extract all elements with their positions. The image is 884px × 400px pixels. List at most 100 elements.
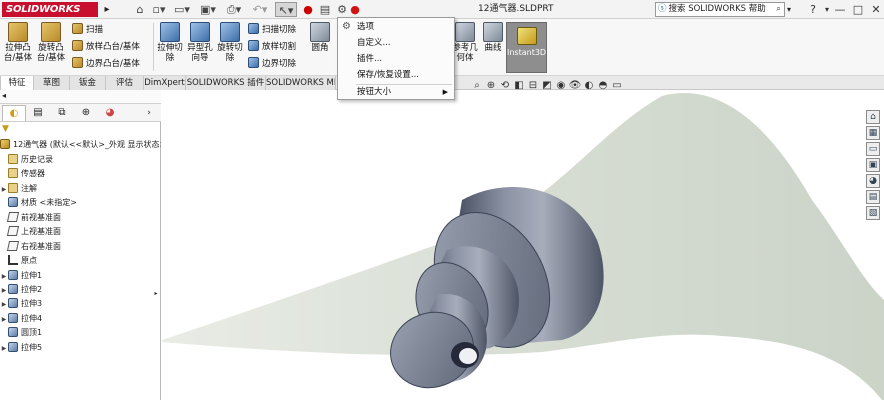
revolved-cut-icon	[220, 22, 240, 42]
loft-button[interactable]: 放样凸台/基体	[72, 40, 140, 54]
fillet-button[interactable]: 圆角	[306, 22, 334, 53]
solidworks-logo[interactable]: SOLIDWORKS	[2, 2, 98, 17]
expand-arrow-icon[interactable]: ▶	[0, 313, 8, 326]
tree-item-extrude1[interactable]: ▶ 拉伸1	[0, 269, 161, 283]
panel-scroll-strip: ◂	[0, 90, 161, 104]
expand-arrow-icon[interactable]: ▶	[0, 298, 8, 311]
menu-item-save-restore-settings[interactable]: 保存/恢复设置...	[338, 67, 454, 83]
tree-item-extrude2[interactable]: ▶ 拉伸2	[0, 283, 161, 297]
fillet-icon	[310, 22, 330, 42]
tree-item-extrude3[interactable]: ▶ 拉伸3	[0, 297, 161, 311]
configuration-manager-tab-icon[interactable]: ⧉	[50, 105, 74, 121]
menu-item-addins[interactable]: 插件...	[338, 51, 454, 67]
curves-button[interactable]: 曲线	[480, 22, 506, 53]
tree-item-material[interactable]: 材质 <未指定>	[0, 196, 161, 210]
extruded-boss-icon	[8, 22, 28, 42]
expand-arrow-icon[interactable]: ▶	[0, 183, 8, 196]
revolved-cut-button[interactable]: 旋转切 除	[216, 22, 244, 63]
lofted-cut-button[interactable]: 放样切割	[248, 40, 296, 54]
help-search-input[interactable]: ⓢ 搜索 SOLIDWORKS 帮助 ⌕	[655, 2, 785, 17]
restore-button[interactable]: □	[850, 0, 866, 19]
tree-item-extrude5[interactable]: ▶ 拉伸5	[0, 341, 161, 355]
expand-arrow-icon[interactable]: ▶	[0, 342, 8, 355]
sweep-button[interactable]: 扫描	[72, 23, 103, 37]
history-icon	[8, 154, 18, 164]
menu-item-options[interactable]: ⚙ 选项	[338, 19, 454, 35]
menu-expand-arrow-icon[interactable]: ▸	[101, 2, 113, 17]
traffic-light-icon[interactable]: ●	[302, 2, 314, 17]
submenu-arrow-icon: ▶	[442, 88, 448, 96]
tab-solidworks-addins[interactable]: SOLIDWORKS 插件	[186, 76, 266, 90]
boundary-boss-button[interactable]: 边界凸台/基体	[72, 57, 140, 71]
tab-dimxpert[interactable]: DimXpert	[144, 76, 186, 90]
graphics-area[interactable]	[162, 90, 884, 400]
extrude-icon	[8, 270, 18, 280]
revolved-boss-button[interactable]: 旋转凸 台/基体	[35, 22, 67, 63]
feature-manager-tab-icon[interactable]: ◐	[2, 105, 26, 121]
boundary-boss-icon	[72, 57, 83, 68]
tree-root[interactable]: 12通气器 (默认<<默认>_外观 显示状态>	[0, 138, 161, 152]
undo-icon[interactable]: ↶▾	[250, 2, 270, 17]
display-manager-tab-icon[interactable]: ◕	[98, 105, 122, 121]
extruded-boss-button[interactable]: 拉伸凸 台/基体	[2, 22, 34, 63]
instant3d-button[interactable]: Instant3D	[506, 22, 547, 73]
search-help-icon: ⓢ	[658, 4, 667, 14]
file-properties-icon[interactable]: ▤	[318, 2, 332, 17]
boundary-cut-button[interactable]: 边界切除	[248, 57, 296, 71]
tree-item-history[interactable]: 历史记录	[0, 153, 161, 167]
home-icon[interactable]: ⌂	[133, 2, 147, 17]
tree-item-extrude4[interactable]: ▶ 拉伸4	[0, 312, 161, 326]
design-library-icon[interactable]: ▦	[866, 126, 880, 140]
view-palette-icon[interactable]: ▣	[866, 158, 880, 172]
expand-arrow-icon[interactable]: ▶	[0, 270, 8, 283]
custom-properties-icon[interactable]: ▤	[866, 190, 880, 204]
select-arrow-icon[interactable]: ↖▾	[275, 2, 297, 17]
scroll-left-icon[interactable]: ◂	[2, 91, 6, 100]
panel-scroll-right-icon[interactable]: ▸	[152, 290, 160, 300]
gear-icon[interactable]: ⚙	[336, 2, 348, 17]
save-icon[interactable]: ▣▾	[198, 2, 218, 17]
options-dropdown-icon[interactable]: ●	[350, 2, 360, 17]
tab-sketch[interactable]: 草图	[34, 76, 70, 90]
tree-item-origin[interactable]: 原点	[0, 254, 161, 268]
extruded-cut-button[interactable]: 拉伸切 除	[156, 22, 184, 63]
menu-item-customize[interactable]: 自定义...	[338, 35, 454, 51]
panel-more-arrow-icon[interactable]: ›	[140, 105, 158, 121]
hole-wizard-button[interactable]: 异型孔 向导	[186, 22, 214, 63]
forum-icon[interactable]: ▧	[866, 206, 880, 220]
property-manager-tab-icon[interactable]: ▤	[26, 105, 50, 121]
tab-sheet-metal[interactable]: 钣金	[70, 76, 106, 90]
reference-geometry-button[interactable]: 参考几 何体	[452, 22, 478, 63]
menu-item-button-size[interactable]: 按钮大小 ▶	[338, 84, 454, 100]
extrude-icon	[8, 284, 18, 294]
tree-item-sensors[interactable]: 传感器	[0, 167, 161, 181]
expand-arrow-icon[interactable]: ▶	[0, 284, 8, 297]
open-folder-icon[interactable]: ▭▾	[172, 2, 192, 17]
lofted-cut-icon	[248, 40, 259, 51]
minimize-button[interactable]: —	[832, 0, 848, 19]
file-explorer-icon[interactable]: ▭	[866, 142, 880, 156]
tree-item-right-plane[interactable]: 右视基准面	[0, 240, 161, 254]
options-dropdown-menu: ⚙ 选项 自定义... 插件... 保存/恢复设置... 按钮大小 ▶	[337, 17, 455, 100]
tree-item-annotations[interactable]: ▶ 注解	[0, 182, 161, 196]
print-icon[interactable]: ⎙▾	[224, 2, 244, 17]
new-document-icon[interactable]: ▫▾	[150, 2, 168, 17]
search-options-icon[interactable]: ▾	[787, 2, 795, 17]
search-icon[interactable]: ⌕	[776, 3, 781, 16]
filter-icon[interactable]: ▼	[2, 124, 9, 134]
solidworks-window: SOLIDWORKS ▸ ⌂ ▫▾ ▭▾ ▣▾ ⎙▾ ↶▾ ↖▾ ● ▤ ⚙ ●…	[0, 0, 884, 400]
dimxpert-manager-tab-icon[interactable]: ⊕	[74, 105, 98, 121]
solidworks-resources-icon[interactable]: ⌂	[866, 110, 880, 124]
revolved-boss-icon	[41, 22, 61, 42]
tab-evaluate[interactable]: 评估	[106, 76, 144, 90]
hole-wizard-icon	[190, 22, 210, 42]
curves-icon	[483, 22, 503, 42]
tab-solidworks-mbd[interactable]: SOLIDWORKS MBD	[266, 76, 336, 90]
swept-cut-button[interactable]: 扫描切除	[248, 23, 296, 37]
tree-item-top-plane[interactable]: 上视基准面	[0, 225, 161, 239]
tree-item-front-plane[interactable]: 前视基准面	[0, 211, 161, 225]
tab-features[interactable]: 特征	[0, 76, 34, 90]
appearances-scenes-icon[interactable]: ◕	[866, 174, 880, 188]
close-button[interactable]: ✕	[868, 0, 884, 19]
tree-item-dome1[interactable]: 圆顶1	[0, 326, 161, 340]
